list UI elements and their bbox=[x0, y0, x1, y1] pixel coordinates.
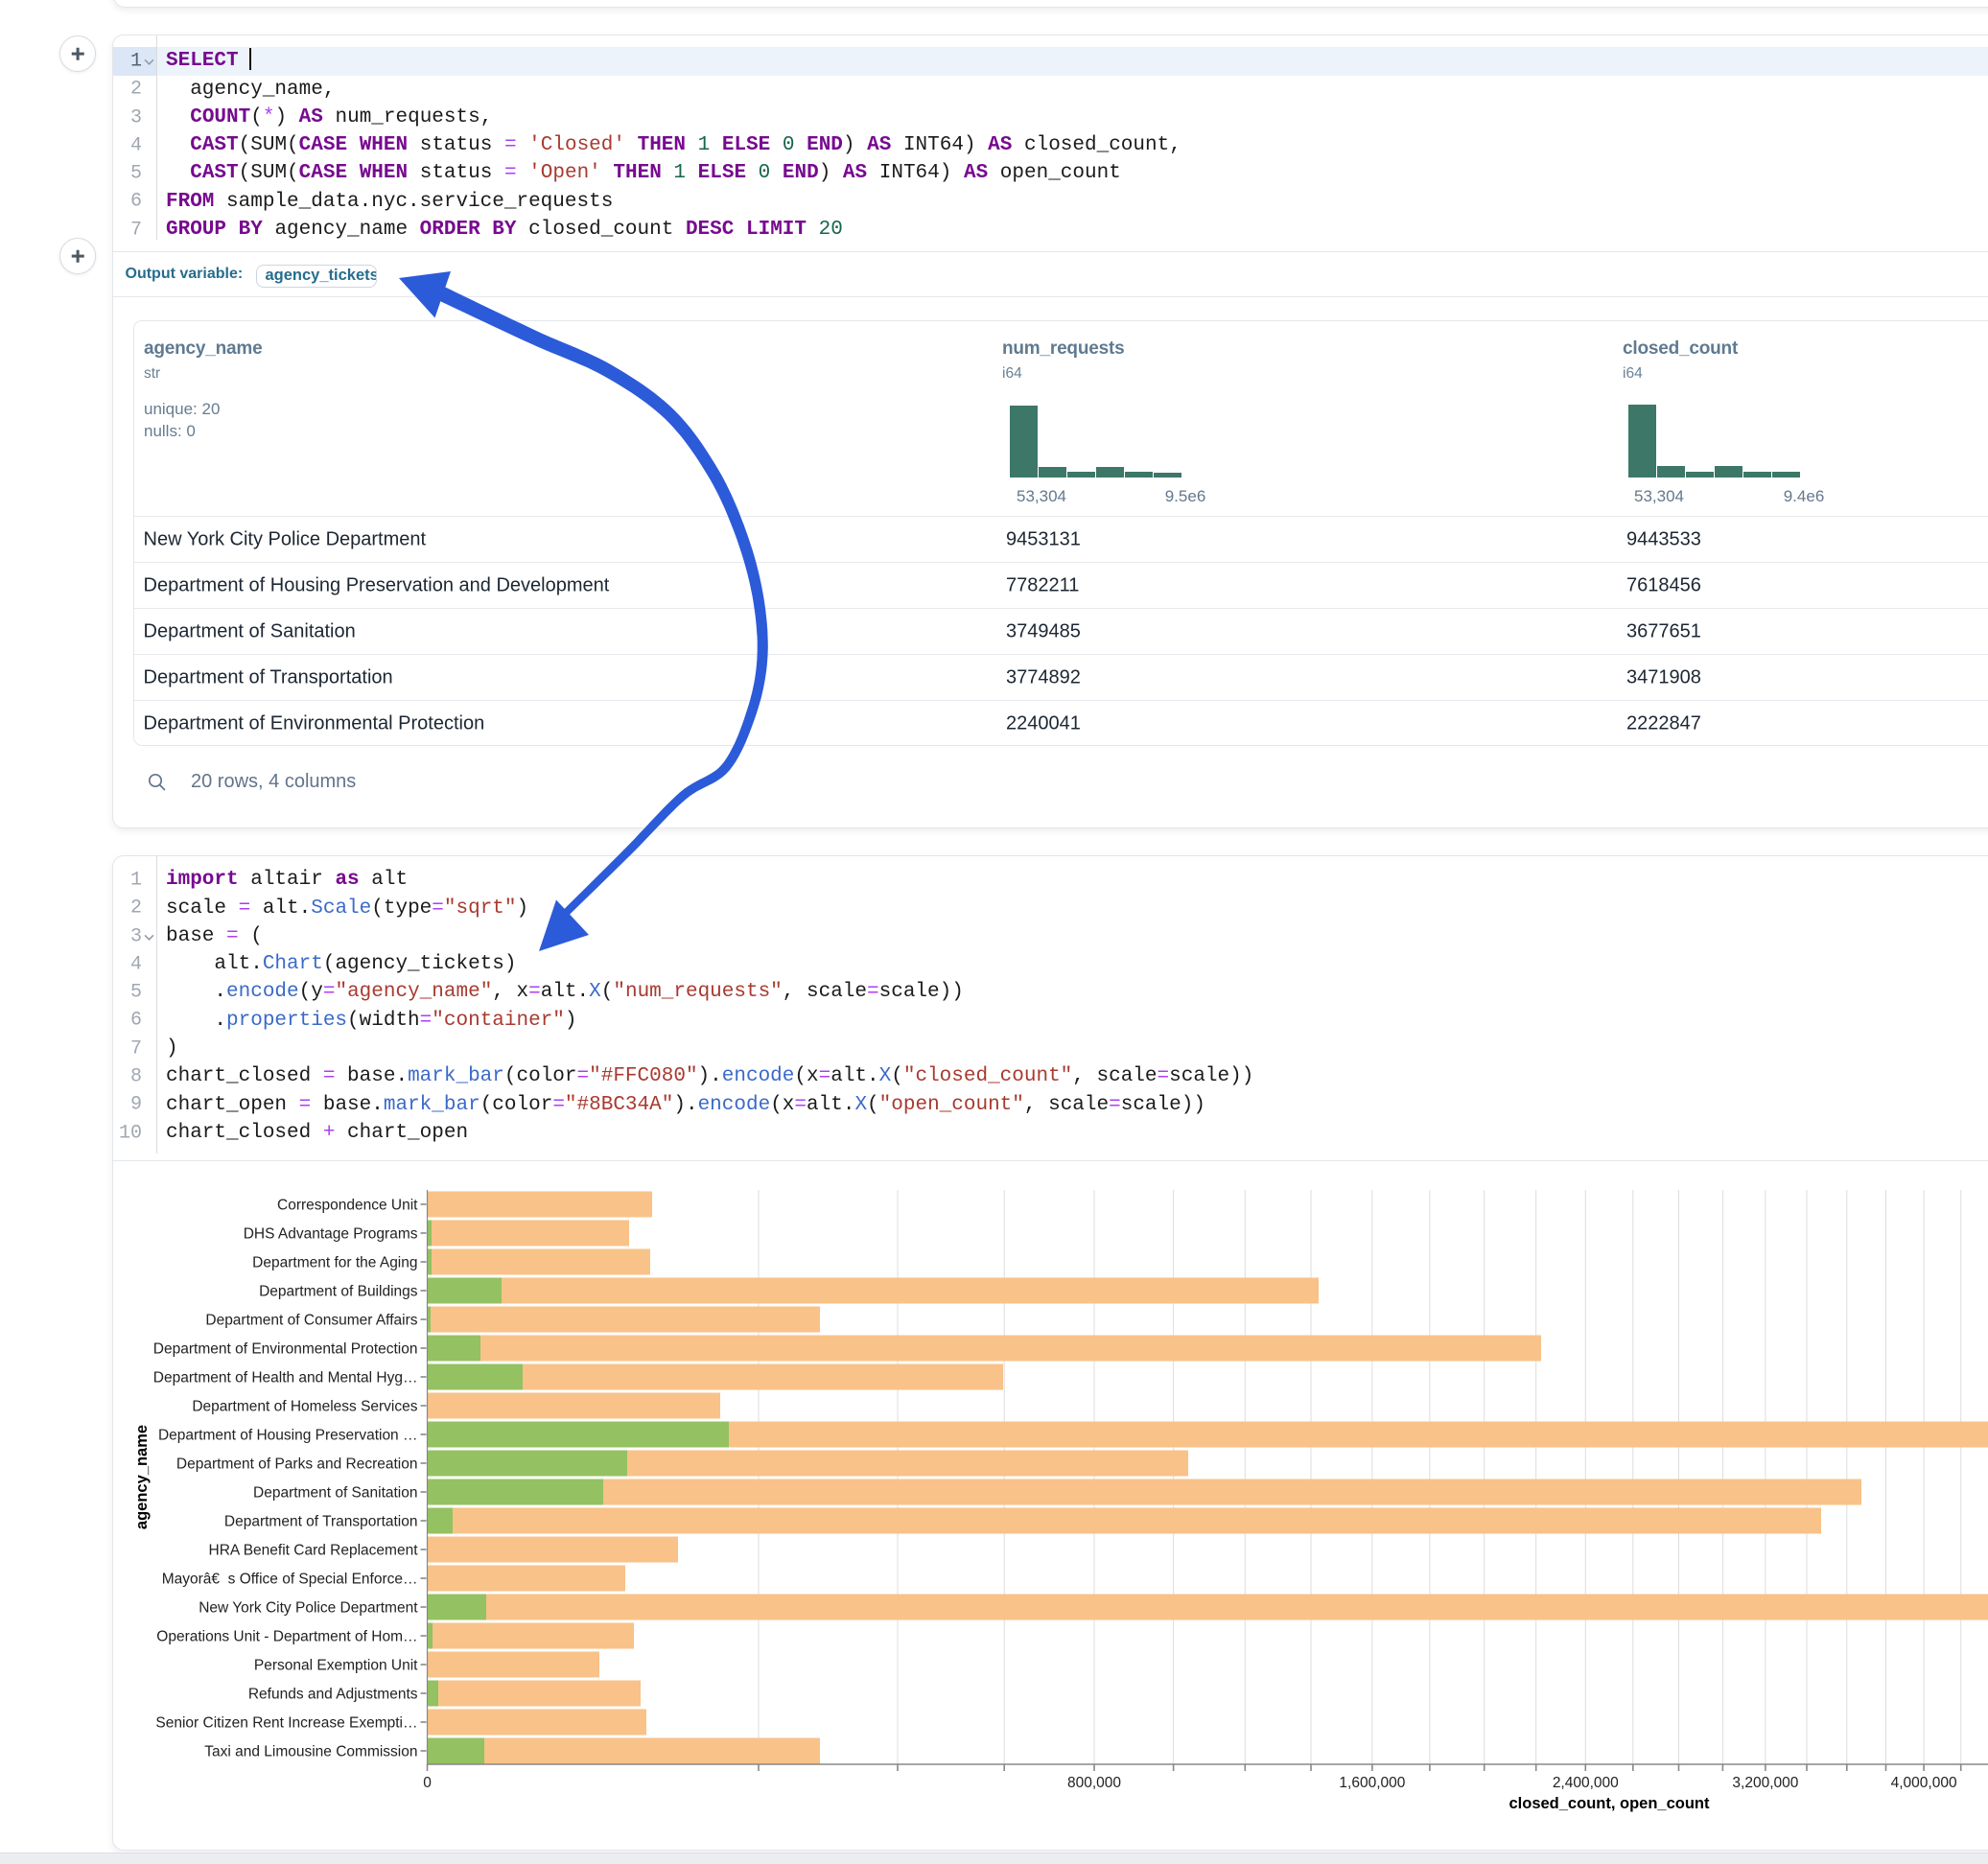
svg-text:Senior Citizen Rent Increase E: Senior Citizen Rent Increase Exempti… bbox=[155, 1715, 417, 1732]
svg-text:agency_name: agency_name bbox=[133, 1425, 151, 1529]
svg-text:Correspondence Unit: Correspondence Unit bbox=[277, 1198, 418, 1214]
svg-text:Department of Environmental Pr: Department of Environmental Protection bbox=[153, 1341, 418, 1358]
svg-text:Department of Parks and Recrea: Department of Parks and Recreation bbox=[176, 1456, 418, 1473]
svg-text:Department for the Aging: Department for the Aging bbox=[252, 1255, 417, 1271]
svg-text:New York City Police Departmen: New York City Police Department bbox=[199, 1600, 418, 1617]
svg-text:DHS Advantage Programs: DHS Advantage Programs bbox=[244, 1226, 418, 1243]
svg-text:0: 0 bbox=[423, 1775, 432, 1791]
svg-text:Mayorâ€ s Office of Special E: Mayorâ€ s Office of Special Enforce… bbox=[162, 1572, 418, 1588]
svg-text:2,400,000: 2,400,000 bbox=[1553, 1775, 1619, 1791]
svg-text:Department of Housing Preserva: Department of Housing Preservation … bbox=[158, 1428, 418, 1444]
svg-text:3,200,000: 3,200,000 bbox=[1732, 1775, 1798, 1791]
svg-text:Refunds and Adjustments: Refunds and Adjustments bbox=[248, 1687, 418, 1703]
svg-text:4,000,000: 4,000,000 bbox=[1891, 1775, 1957, 1791]
svg-text:800,000: 800,000 bbox=[1067, 1775, 1121, 1791]
svg-text:closed_count, open_count: closed_count, open_count bbox=[1509, 1795, 1710, 1812]
svg-text:Department of Buildings: Department of Buildings bbox=[259, 1284, 418, 1300]
svg-text:Department of Homeless Service: Department of Homeless Services bbox=[192, 1399, 417, 1415]
svg-text:Personal Exemption Unit: Personal Exemption Unit bbox=[254, 1658, 418, 1674]
svg-text:Department of Sanitation: Department of Sanitation bbox=[253, 1485, 417, 1502]
svg-text:Taxi and Limousine Commission: Taxi and Limousine Commission bbox=[204, 1744, 417, 1760]
svg-text:HRA Benefit Card Replacement: HRA Benefit Card Replacement bbox=[209, 1543, 419, 1559]
svg-text:Department of Health and Menta: Department of Health and Mental Hyg… bbox=[153, 1370, 418, 1386]
svg-text:Department of Consumer Affairs: Department of Consumer Affairs bbox=[205, 1313, 417, 1329]
svg-text:Operations Unit - Department o: Operations Unit - Department of Hom… bbox=[156, 1629, 417, 1645]
svg-text:1,600,000: 1,600,000 bbox=[1339, 1775, 1405, 1791]
svg-text:Department of Transportation: Department of Transportation bbox=[224, 1514, 418, 1530]
